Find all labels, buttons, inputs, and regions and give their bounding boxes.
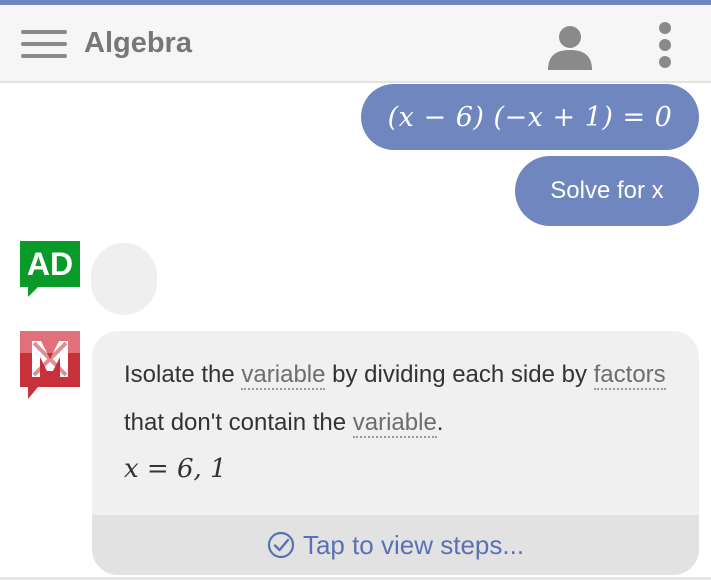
user-equation-bubble[interactable]: (x − 6) (−x + 1) = 0: [361, 84, 699, 150]
account-icon[interactable]: [546, 22, 594, 70]
answer-result: x = 6, 1: [124, 454, 227, 484]
user-command-text: Solve for x: [550, 177, 664, 204]
user-equation-text: (x − 6) (−x + 1) = 0: [387, 101, 673, 133]
term-variable-link[interactable]: variable: [241, 361, 326, 390]
explanation-text-1: Isolate the: [124, 361, 242, 388]
app-title: Algebra: [84, 27, 192, 59]
user-command-bubble[interactable]: Solve for x: [515, 156, 699, 226]
mathway-logo-icon: [20, 331, 80, 399]
explanation-text-4: .: [436, 409, 444, 436]
answer-explanation: Isolate the variable by dividing each si…: [124, 351, 684, 447]
view-steps-button[interactable]: Tap to view steps...: [92, 515, 699, 575]
ad-placeholder[interactable]: [91, 243, 157, 315]
term-factors-link[interactable]: factors: [593, 361, 666, 390]
check-circle-icon: [267, 531, 295, 559]
answer-card: Isolate the variable by dividing each si…: [92, 331, 699, 575]
ad-badge-label: AD: [20, 241, 80, 287]
explanation-text-3: that don't contain the: [124, 409, 353, 436]
view-steps-label: Tap to view steps...: [302, 529, 525, 560]
explanation-text-2: by dividing each side by: [325, 361, 594, 388]
menu-icon[interactable]: [21, 30, 67, 62]
term-variable-link-2[interactable]: variable: [352, 409, 437, 438]
more-vert-icon[interactable]: [652, 21, 678, 73]
ad-badge: AD: [20, 241, 80, 297]
app-bar: Algebra: [0, 5, 711, 83]
